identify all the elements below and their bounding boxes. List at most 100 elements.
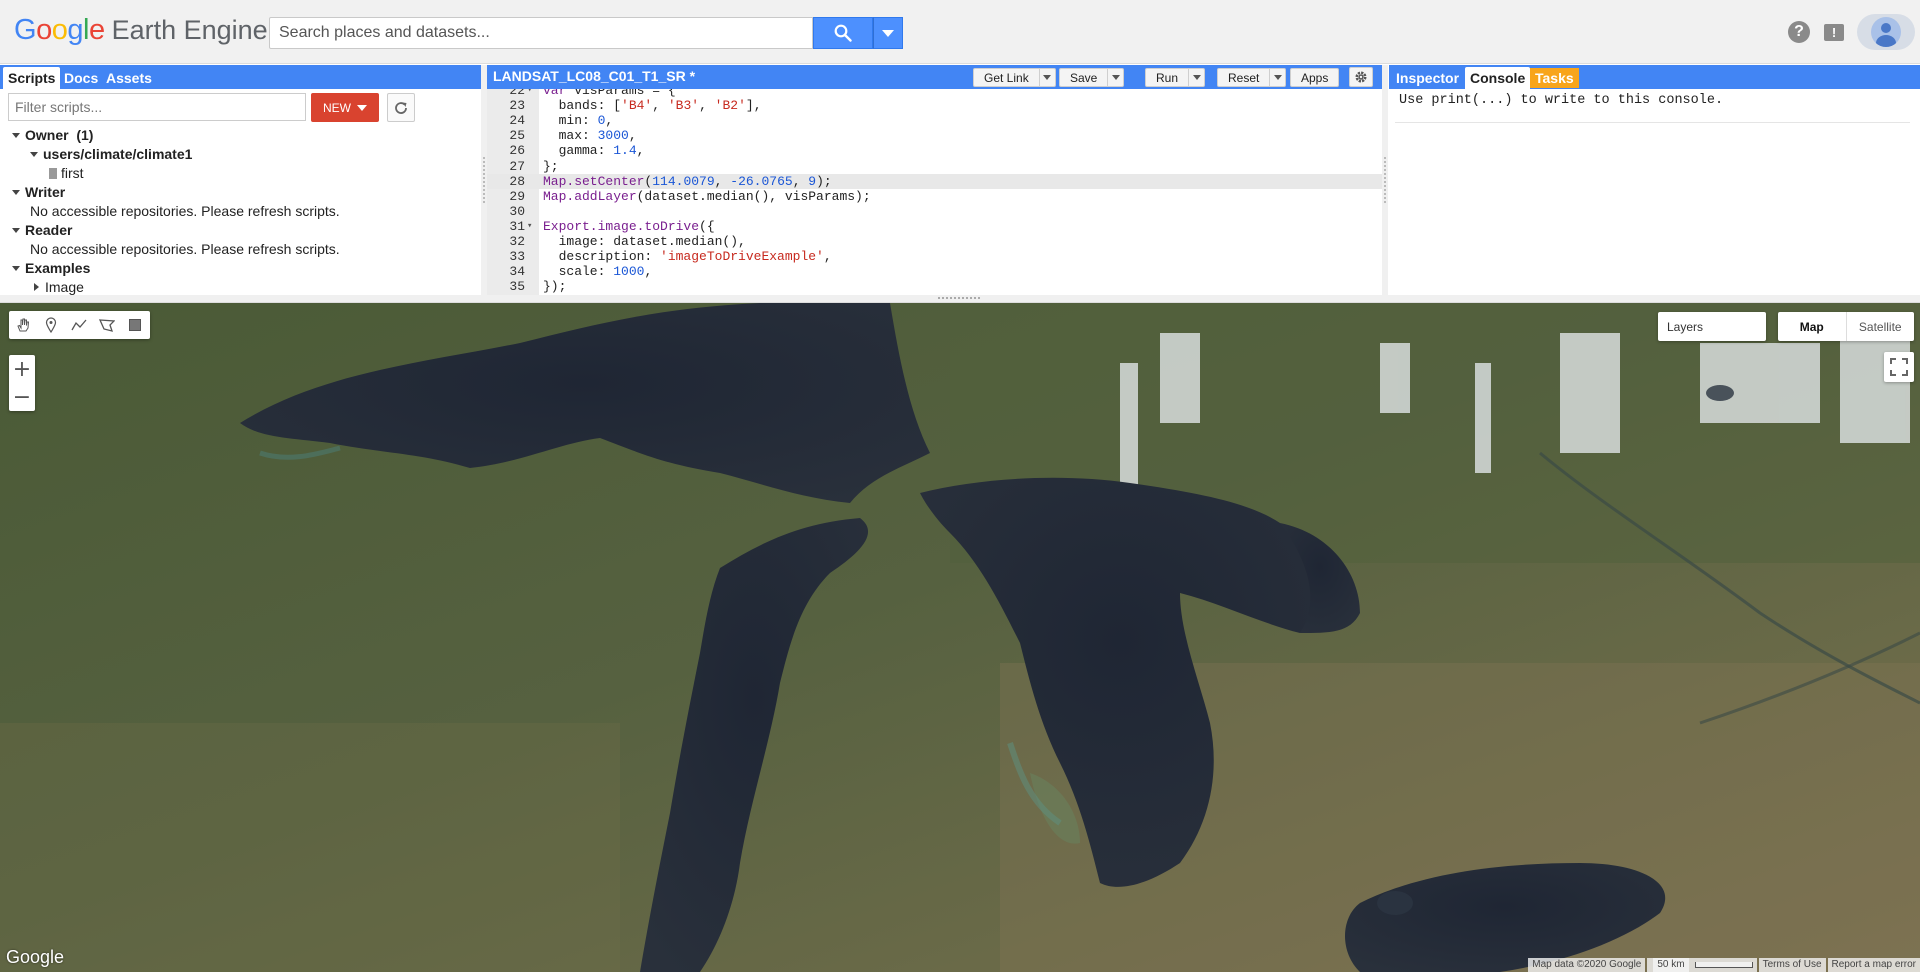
tree-examples-label: Examples [25,260,91,276]
panel-splitter-right[interactable] [1382,65,1388,295]
help-button[interactable]: ? [1787,20,1811,44]
search-input[interactable]: Search places and datasets... [269,17,813,49]
map-data-credit: Map data ©2020 Google [1528,958,1646,972]
google-wordmark: Google [14,14,105,46]
tree-writer-label: Writer [25,184,66,200]
chevron-down-icon [1273,75,1282,80]
tree-file-first[interactable]: first [49,165,84,181]
new-button-label: NEW [323,100,351,115]
run-button[interactable]: Run [1145,68,1206,87]
code-line[interactable]: 35}); [487,279,1382,295]
line-number: 29 [509,188,525,204]
code-line[interactable]: 22 ▾ var visParams = { [487,89,1382,98]
chevron-down-icon [1192,75,1201,80]
feedback-button[interactable]: ! [1822,20,1846,44]
pan-tool-button[interactable] [9,311,37,339]
fold-toggle-icon[interactable]: ▾ [527,89,532,98]
tree-owner[interactable]: Owner (1) [12,127,93,143]
save-dropdown[interactable] [1107,69,1123,86]
tree-file-label: first [61,165,84,181]
chevron-down-icon [357,104,367,111]
draw-shape-button[interactable] [93,311,121,339]
reset-label: Reset [1228,70,1260,85]
tree-owner-count: (1) [76,127,94,143]
tree-writer[interactable]: Writer [12,184,65,200]
script-title[interactable]: LANDSAT_LC08_C01_T1_SR * [493,68,695,84]
polyline-icon [71,319,87,331]
code-line[interactable]: 33 description: 'imageToDriveExample', [487,249,1382,265]
map-type-map[interactable]: Map [1778,312,1847,341]
zoom-in-button[interactable]: + [9,355,35,383]
tab-scripts[interactable]: Scripts [3,67,61,89]
code-line[interactable]: 34 scale: 1000, [487,264,1382,280]
chevron-right-icon [34,283,39,291]
filter-scripts-input[interactable]: Filter scripts... [8,93,306,121]
tree-reader[interactable]: Reader [12,222,72,238]
tree-examples[interactable]: Examples [12,260,90,276]
draw-rectangle-button[interactable] [121,311,149,339]
tree-repo[interactable]: users/climate/climate1 [30,146,192,162]
tab-inspector[interactable]: Inspector [1391,67,1464,89]
report-map-error-link[interactable]: Report a map error [1827,958,1920,972]
line-number: 22 [509,89,525,98]
code-line[interactable]: 25 max: 3000, [487,128,1382,144]
console-tab-bar: Inspector Console Tasks [1389,65,1920,89]
code-line[interactable]: 23 bands: ['B4', 'B3', 'B2'], [487,98,1382,114]
code-area[interactable]: 22 ▾ var visParams = {23 bands: ['B4', 'B3… [487,89,1382,295]
tab-tasks[interactable]: Tasks [1530,68,1579,88]
tab-docs[interactable]: Docs [59,67,103,89]
refresh-scripts-button[interactable] [387,93,415,122]
search-options-dropdown[interactable] [873,17,903,49]
add-marker-button[interactable] [37,311,65,339]
reset-button[interactable]: Reset [1217,68,1287,87]
code-line[interactable]: 26 gamma: 1.4, [487,143,1382,159]
get-link-dropdown[interactable] [1038,69,1055,86]
chevron-down-icon [30,152,38,157]
code-text: image: dataset.median(), [543,234,746,249]
hand-icon [17,318,30,332]
search-button[interactable] [813,17,873,49]
editor-settings-button[interactable] [1349,67,1373,87]
line-number: 24 [509,113,525,129]
code-text: var visParams = { [543,89,676,98]
run-dropdown[interactable] [1188,69,1204,86]
tree-repo-label: users/climate/climate1 [43,146,193,162]
code-line[interactable]: 28 Map.setCenter(114.0079, -26.0765, 9); [487,173,1382,189]
map-scale[interactable]: 50 km [1647,958,1757,972]
code-line[interactable]: 30 [487,203,1382,219]
code-line[interactable]: 27}; [487,158,1382,174]
map-splitter[interactable] [0,295,1920,303]
zoom-out-button[interactable]: − [9,383,35,411]
feedback-icon: ! [1824,23,1844,41]
zoom-control: + − [9,355,35,411]
tree-writer-message: No accessible repositories. Please refre… [30,203,340,219]
save-button[interactable]: Save [1059,68,1125,87]
line-number: 33 [509,249,525,265]
tab-console[interactable]: Console [1465,67,1531,89]
account-avatar[interactable] [1857,14,1915,50]
code-line[interactable]: 29 Map.addLayer(dataset.median(), visPara… [487,188,1382,204]
line-number: 30 [509,203,525,219]
code-line[interactable]: 24 min: 0, [487,113,1382,129]
get-link-button[interactable]: Get Link [973,68,1056,87]
map-type-satellite[interactable]: Satellite [1847,312,1915,341]
tab-assets[interactable]: Assets [101,67,157,89]
new-script-button[interactable]: NEW [311,93,379,122]
earth-engine-logo[interactable]: Google Earth Engine [14,14,268,50]
line-number: 32 [509,234,525,249]
code-line[interactable]: 31 ▾ Export.image.toDrive({ [487,218,1382,234]
polygon-icon [99,319,115,332]
earth-engine-wordmark: Earth Engine [111,15,268,45]
layers-button[interactable]: Layers [1658,312,1766,341]
tree-example-image[interactable]: Image [34,279,84,295]
map-view[interactable]: + − Layers Map Satellite Google Map data… [0,303,1920,972]
fullscreen-button[interactable] [1884,352,1914,382]
code-line[interactable]: 32 image: dataset.median(), [487,234,1382,249]
apps-button[interactable]: Apps [1290,68,1340,87]
fold-toggle-icon[interactable]: ▾ [527,219,532,234]
code-text: Export.image.toDrive({ [543,218,715,234]
search-icon [834,24,852,42]
terms-of-use-link[interactable]: Terms of Use [1758,958,1826,972]
draw-line-button[interactable] [65,311,93,339]
reset-dropdown[interactable] [1269,69,1285,86]
